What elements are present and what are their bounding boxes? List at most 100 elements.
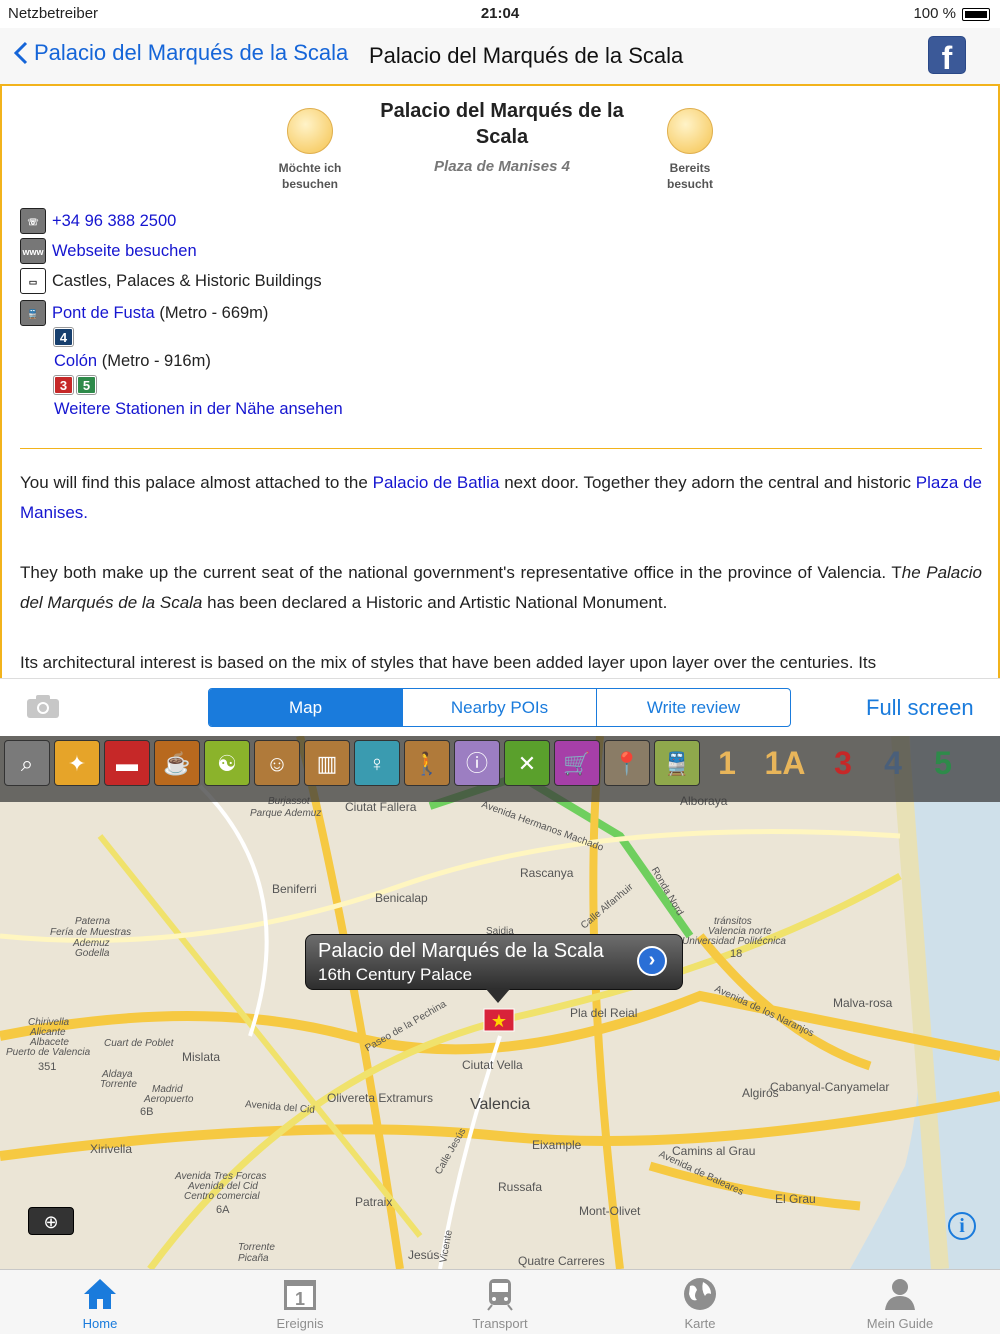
text: They both make up the current seat of th… [20, 563, 902, 582]
tab-write-review[interactable]: Write review [596, 689, 790, 726]
wish-to-visit-label: Möchte ich besuchen [278, 161, 342, 191]
station-link-colon[interactable]: Colón [54, 352, 97, 370]
already-visited-button[interactable]: Bereits besucht [654, 108, 726, 192]
poi-address: Plaza de Manises 4 [434, 158, 570, 175]
map-label: Ciutat Fallera [345, 800, 417, 814]
tab-label: Mein Guide [866, 1316, 934, 1331]
visited-icon [667, 108, 713, 154]
metro-line-filter-1a[interactable]: 1A [754, 740, 816, 786]
more-stations-link[interactable]: Weitere Stationen in der Nähe ansehen [54, 400, 343, 419]
nightlife-icon[interactable]: ✦ [54, 740, 100, 786]
metro-line-filter-1[interactable]: 1 [704, 740, 750, 786]
map-label: Mont-Olivet [579, 1204, 641, 1218]
sight-icon[interactable]: 📍 [604, 740, 650, 786]
map-label: Puerto de Valencia [6, 1047, 91, 1058]
tab-mein-guide[interactable]: Mein Guide [800, 1270, 1000, 1334]
map-label: Rascanya [520, 866, 574, 880]
adult-icon[interactable]: ♀ [354, 740, 400, 786]
metro-line-filter-4[interactable]: 4 [870, 740, 916, 786]
hotel-icon[interactable]: ▬ [104, 740, 150, 786]
camera-icon[interactable] [26, 693, 60, 719]
station-2-lines: 35 [54, 376, 100, 395]
svg-text:★: ★ [491, 1011, 507, 1031]
map-label: tránsitos [714, 916, 752, 927]
full-screen-button[interactable]: Full screen [866, 695, 974, 721]
crosshair-icon: ⊕ [43, 1212, 59, 1232]
map-label: Jesús [408, 1248, 440, 1262]
map-label: Aeropuerto [144, 1094, 194, 1105]
link-palacio-de-batlia[interactable]: Palacio de Batlia [373, 473, 500, 492]
calendar-icon: 1 [284, 1280, 316, 1310]
text: You will find this palace almost attache… [20, 473, 373, 492]
map-label: Pla del Reial [570, 1006, 638, 1020]
tab-label: Transport [472, 1316, 528, 1331]
chevron-left-icon [14, 41, 28, 65]
map-label: Mislata [182, 1050, 221, 1064]
station-link-pont-de-fusta[interactable]: Pont de Fusta [52, 304, 155, 322]
website-row: www Webseite besuchen [20, 238, 197, 264]
map-label: Benicalap [375, 891, 428, 905]
tab-label: Home [82, 1316, 118, 1331]
info-icon[interactable]: ⓘ [454, 740, 500, 786]
train-icon: 🚆 [20, 300, 46, 326]
map-view[interactable]: ★ Ciutat Fallera Rascanya Benicalap Beni… [0, 736, 1000, 1269]
clock: 21:04 [480, 5, 520, 22]
map-label: Russafa [498, 1180, 543, 1194]
wellness-icon[interactable]: ☯ [204, 740, 250, 786]
back-button[interactable]: Palacio del Marqués de la Scala [14, 40, 348, 66]
tab-transport[interactable]: Transport [400, 1270, 600, 1334]
folder-icon: ▭ [20, 268, 46, 294]
theater-icon[interactable]: ☺ [254, 740, 300, 786]
metro-line-badge: 4 [54, 328, 73, 346]
map-label: Camins al Grau [672, 1144, 756, 1158]
station-row-1: 🚆 Pont de Fusta (Metro - 669m) [20, 300, 268, 326]
map-label: 18 [730, 948, 743, 960]
metro-line-filter-5[interactable]: 5 [920, 740, 966, 786]
map-label: Fería de Muestras [50, 927, 132, 938]
detail-content[interactable]: Möchte ich besuchen Palacio del Marqués … [0, 84, 1000, 678]
home-icon [84, 1279, 116, 1309]
phone-icon: ☏ [20, 208, 46, 234]
callout-title: Palacio del Marqués de la Scala [318, 940, 604, 962]
transport-icon[interactable]: 🚆 [654, 740, 700, 786]
station-1-lines: 4 [54, 328, 77, 347]
tab-nearby-pois[interactable]: Nearby POIs [402, 689, 596, 726]
back-button-label: Palacio del Marqués de la Scala [34, 40, 349, 65]
website-link[interactable]: Webseite besuchen [52, 242, 197, 261]
map-label: Malva-rosa [833, 996, 893, 1010]
map-label: Quatre Carreres [518, 1254, 605, 1268]
locate-me-button[interactable]: ⊕ [28, 1207, 74, 1235]
map-label: Valencia [470, 1096, 531, 1113]
description-paragraph-1: You will find this palace almost attache… [20, 468, 982, 528]
wish-to-visit-button[interactable]: Möchte ich besuchen [274, 108, 346, 192]
cafe-icon[interactable]: ☕ [154, 740, 200, 786]
museum-icon[interactable]: ▥ [304, 740, 350, 786]
status-bar: Netzbetreiber 21:04 100 % [0, 0, 1000, 28]
shopping-icon[interactable]: 🛒 [554, 740, 600, 786]
tab-home[interactable]: Home [0, 1270, 200, 1334]
map-label: Godella [75, 948, 110, 959]
map-label: Cuart de Poblet [104, 1038, 174, 1049]
metro-line-filter-3[interactable]: 3 [820, 740, 866, 786]
tab-label: Ereignis [276, 1316, 324, 1331]
map-label: Paterna [75, 916, 111, 927]
phone-link[interactable]: +34 96 388 2500 [52, 212, 176, 231]
metro-line-badge: 5 [77, 376, 96, 394]
text: next door. Together they adorn the centr… [499, 473, 916, 492]
tab-karte[interactable]: Karte [600, 1270, 800, 1334]
search-icon[interactable]: ⌕ [4, 740, 50, 786]
restaurant-icon[interactable]: ✕ [504, 740, 550, 786]
map-label: Ciutat Vella [462, 1058, 523, 1072]
map-label: 351 [38, 1061, 57, 1073]
tab-ereignis[interactable]: 1 Ereignis [200, 1270, 400, 1334]
map-label: Beniferri [272, 882, 317, 896]
metro-line-badge: 3 [54, 376, 73, 394]
tab-map[interactable]: Map [209, 689, 402, 726]
nav-title: Palacio del Marqués de la Scala [369, 43, 684, 68]
map-label: Cabanyal-Canyamelar [770, 1080, 890, 1094]
disclosure-icon[interactable]: › [637, 946, 667, 976]
facebook-icon[interactable]: f [928, 36, 966, 76]
hiking-icon[interactable]: 🚶 [404, 740, 450, 786]
map-callout[interactable]: Palacio del Marqués de la Scala 16th Cen… [305, 934, 683, 1003]
map-info-icon[interactable]: i [948, 1212, 976, 1240]
